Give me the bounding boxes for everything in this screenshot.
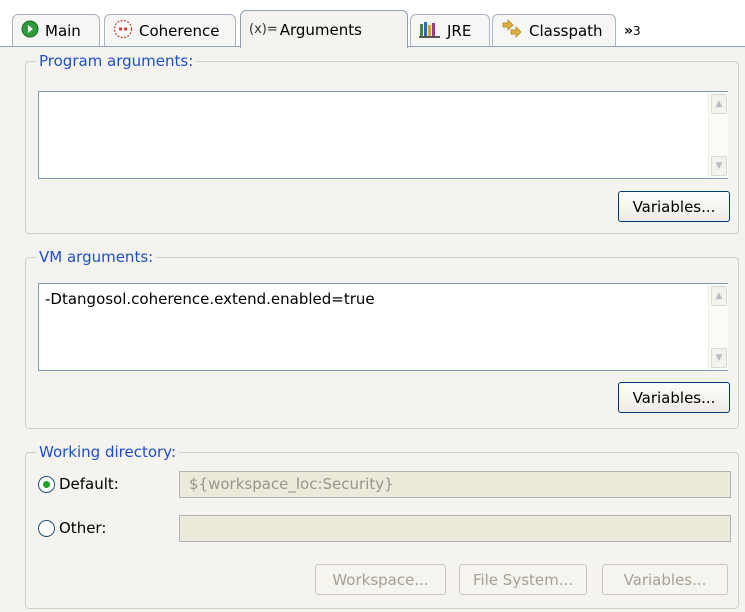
- tab-main[interactable]: Main: [12, 14, 100, 47]
- tab-arguments-label: Arguments: [279, 20, 362, 39]
- working-directory-group: Working directory: Default: ${workspace_…: [25, 442, 739, 609]
- vm-arguments-textarea[interactable]: -Dtangosol.coherence.extend.enabled=true: [38, 283, 728, 371]
- program-arguments-variables-button[interactable]: Variables...: [618, 191, 730, 222]
- workspace-button[interactable]: Workspace...: [315, 564, 446, 595]
- overflow-count: 3: [633, 23, 641, 38]
- radio-selected-dot: [43, 480, 50, 488]
- arguments-panel: Program arguments: ▲ ▼ Variables... VM a…: [0, 47, 745, 612]
- working-directory-title: Working directory:: [36, 442, 180, 462]
- default-radio-label: Default:: [59, 475, 119, 493]
- jre-library-icon: [419, 20, 441, 42]
- other-radio-row[interactable]: Other:: [38, 519, 106, 537]
- default-directory-field: ${workspace_loc:Security}: [179, 471, 731, 498]
- program-arguments-title: Program arguments:: [36, 51, 197, 71]
- tab-arguments[interactable]: (x)= Arguments: [240, 10, 408, 48]
- tab-classpath[interactable]: Classpath: [492, 14, 616, 47]
- other-directory-field[interactable]: [179, 515, 731, 542]
- scroll-up-arrow-icon[interactable]: ▲: [711, 286, 727, 306]
- vm-arguments-title: VM arguments:: [36, 247, 157, 267]
- main-run-icon: [21, 20, 39, 42]
- arguments-icon: (x)=: [249, 22, 278, 37]
- overflow-chevron-icon: »: [624, 22, 633, 39]
- working-directory-variables-button[interactable]: Variables...: [602, 564, 728, 595]
- tab-jre-label: JRE: [447, 22, 472, 40]
- classpath-icon: [501, 19, 523, 43]
- default-radio-row[interactable]: Default:: [38, 475, 119, 493]
- tab-main-label: Main: [45, 22, 81, 40]
- tab-classpath-label: Classpath: [529, 22, 603, 40]
- scroll-down-arrow-icon[interactable]: ▼: [711, 348, 727, 368]
- other-radio-label: Other:: [59, 519, 107, 537]
- tab-bar: Main Coherence (x)= Arguments JRE Classp…: [0, 0, 745, 48]
- program-arguments-textarea[interactable]: [38, 91, 728, 179]
- vm-arguments-scrollbar[interactable]: ▲ ▼: [708, 284, 728, 370]
- tab-jre[interactable]: JRE: [410, 14, 490, 47]
- program-arguments-group: Program arguments: ▲ ▼ Variables...: [25, 51, 739, 234]
- other-radio[interactable]: [38, 519, 55, 537]
- program-arguments-scrollbar[interactable]: ▲ ▼: [708, 92, 728, 178]
- tab-coherence[interactable]: Coherence: [104, 14, 236, 47]
- more-tabs-button[interactable]: » 3: [618, 14, 647, 47]
- default-radio[interactable]: [38, 475, 55, 493]
- file-system-button[interactable]: File System...: [459, 564, 587, 595]
- tab-coherence-label: Coherence: [139, 22, 220, 40]
- vm-arguments-variables-button[interactable]: Variables...: [618, 382, 730, 413]
- vm-arguments-group: VM arguments: -Dtangosol.coherence.exten…: [25, 247, 739, 429]
- coherence-icon: [113, 19, 133, 43]
- scroll-up-arrow-icon[interactable]: ▲: [711, 94, 727, 114]
- scroll-down-arrow-icon[interactable]: ▼: [711, 156, 727, 176]
